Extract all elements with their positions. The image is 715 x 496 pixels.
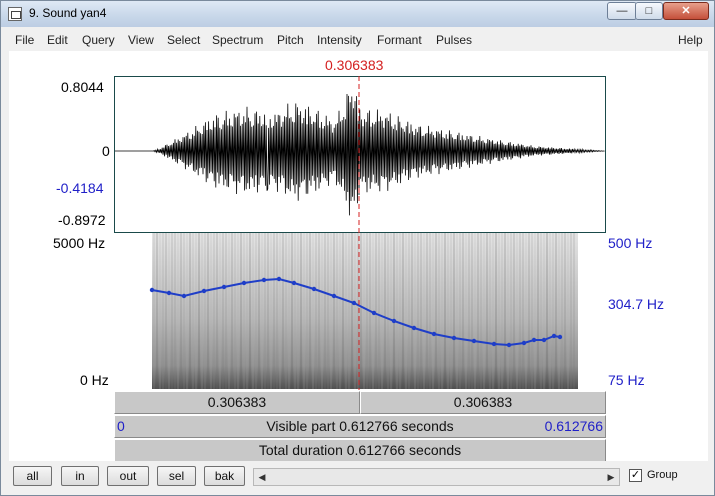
pitch-point bbox=[431, 331, 437, 337]
pitch-point bbox=[491, 341, 497, 347]
pitch-point bbox=[471, 338, 477, 344]
menu-pitch[interactable]: Pitch bbox=[277, 33, 304, 47]
pitch-point bbox=[541, 337, 547, 343]
menu-help[interactable]: Help bbox=[678, 33, 703, 47]
zoom-back-button[interactable]: bak bbox=[204, 466, 245, 486]
pitch-point bbox=[451, 335, 457, 341]
cursor-line bbox=[358, 76, 360, 390]
menu-pulses[interactable]: Pulses bbox=[436, 33, 472, 47]
minimize-button[interactable]: — bbox=[607, 2, 637, 20]
pitch-point bbox=[241, 280, 247, 286]
menu-select[interactable]: Select bbox=[167, 33, 200, 47]
menu-bar: File Edit Query View Select Spectrum Pit… bbox=[9, 29, 708, 51]
pitch-point bbox=[311, 286, 317, 292]
scroll-right-arrow-icon[interactable]: ▶ bbox=[603, 469, 619, 485]
pitch-point bbox=[166, 290, 172, 296]
group-checkbox[interactable]: ✓ bbox=[629, 469, 642, 482]
maximize-button[interactable]: □ bbox=[635, 2, 663, 20]
app-icon bbox=[8, 7, 22, 21]
selection-right-bar[interactable]: 0.306383 bbox=[360, 391, 606, 414]
visible-end-label: 0.612766 bbox=[544, 418, 603, 434]
zoom-out-button[interactable]: out bbox=[107, 466, 149, 486]
scroll-left-arrow-icon[interactable]: ◀ bbox=[254, 469, 270, 485]
pitch-point bbox=[391, 318, 397, 324]
waveform-cursor-value: -0.4184 bbox=[56, 180, 104, 196]
visible-part-label: Visible part 0.612766 seconds bbox=[266, 418, 454, 434]
praat-sound-window: 9. Sound yan4 — □ ✕ File Edit Query View… bbox=[0, 0, 715, 496]
pitch-point bbox=[201, 288, 207, 294]
waveform-max-label: 0.8044 bbox=[61, 79, 104, 95]
pitch-point bbox=[506, 342, 512, 348]
pitch-point bbox=[276, 276, 282, 282]
group-label: Group bbox=[647, 469, 678, 481]
pitch-point bbox=[411, 325, 417, 331]
pitch-max-label: 500 Hz bbox=[608, 235, 653, 251]
pitch-current-label: 304.7 Hz bbox=[608, 296, 665, 312]
menu-query[interactable]: Query bbox=[82, 33, 115, 47]
visible-part-bar[interactable]: 0 Visible part 0.612766 seconds 0.612766 bbox=[114, 415, 606, 438]
title-bar: 9. Sound yan4 — □ ✕ bbox=[1, 1, 714, 27]
pitch-point bbox=[521, 340, 527, 346]
total-duration-bar[interactable]: Total duration 0.612766 seconds bbox=[114, 439, 606, 462]
time-scrollbar[interactable]: ◀ ▶ bbox=[253, 468, 620, 486]
spectrogram-min-label: 0 Hz bbox=[80, 372, 109, 388]
pitch-min-label: 75 Hz bbox=[608, 372, 645, 388]
waveform-zero-label: 0 bbox=[102, 143, 110, 159]
visible-start-label: 0 bbox=[117, 418, 125, 434]
pitch-point bbox=[149, 287, 155, 293]
pitch-point bbox=[291, 280, 297, 286]
spectrogram-max-label: 5000 Hz bbox=[53, 235, 106, 251]
menu-view[interactable]: View bbox=[128, 33, 154, 47]
cursor-time-label: 0.306383 bbox=[325, 57, 384, 73]
zoom-selection-button[interactable]: sel bbox=[157, 466, 196, 486]
zoom-all-button[interactable]: all bbox=[13, 466, 52, 486]
pitch-point bbox=[557, 334, 563, 340]
zoom-in-button[interactable]: in bbox=[61, 466, 99, 486]
close-button[interactable]: ✕ bbox=[663, 2, 709, 20]
window-title: 9. Sound yan4 bbox=[29, 6, 107, 20]
pitch-point bbox=[181, 293, 187, 299]
pitch-point bbox=[221, 284, 227, 290]
pitch-point bbox=[371, 310, 377, 316]
menu-edit[interactable]: Edit bbox=[47, 33, 68, 47]
bottom-toolbar: all in out sel bak ◀ ▶ ✓ Group bbox=[1, 461, 714, 495]
pitch-point bbox=[261, 277, 267, 283]
pitch-point bbox=[551, 333, 557, 339]
menu-intensity[interactable]: Intensity bbox=[317, 33, 362, 47]
pitch-point bbox=[331, 293, 337, 299]
selection-left-bar[interactable]: 0.306383 bbox=[114, 391, 360, 414]
menu-file[interactable]: File bbox=[15, 33, 34, 47]
waveform-min-label: -0.8972 bbox=[58, 212, 106, 228]
pitch-point bbox=[531, 337, 537, 343]
menu-spectrum[interactable]: Spectrum bbox=[212, 33, 263, 47]
menu-formant[interactable]: Formant bbox=[377, 33, 422, 47]
